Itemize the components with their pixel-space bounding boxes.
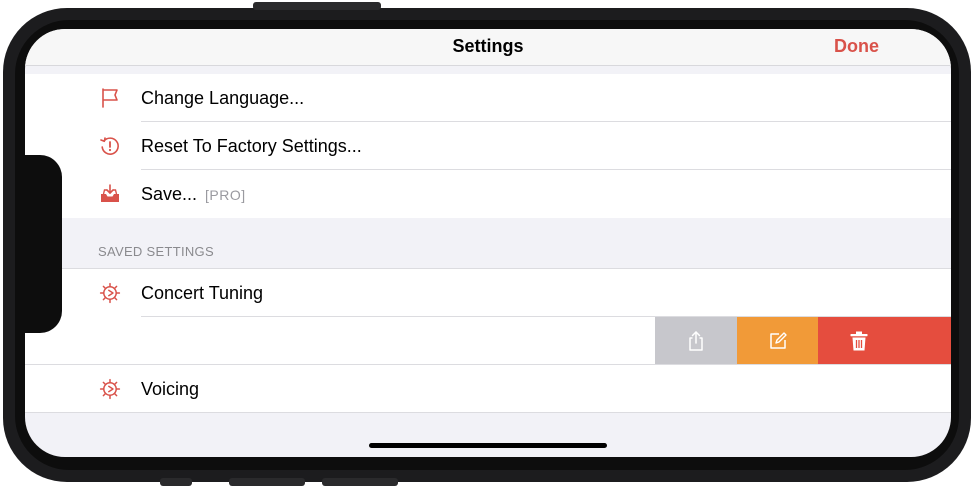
device-mute-switch: [160, 478, 192, 486]
flag-icon: [102, 88, 118, 108]
share-icon: [689, 331, 703, 351]
home-indicator[interactable]: [369, 443, 607, 448]
navigation-bar: Settings Done: [25, 29, 951, 66]
delete-action-button[interactable]: [818, 317, 951, 365]
setting-gear-icon: [99, 282, 121, 304]
row-divider: [25, 412, 951, 413]
settings-menu-group: Change Language... Reset To Factory Sett…: [25, 74, 951, 218]
saved-setting-swiped-row[interactable]: [25, 317, 951, 365]
page-title: Settings: [452, 36, 524, 56]
menu-item-label: Reset To Factory Settings...: [141, 136, 362, 156]
screen: Settings Done Change Language... Reset T…: [25, 29, 951, 457]
edit-action-button[interactable]: [737, 317, 818, 365]
saved-setting-label: Concert Tuning: [141, 283, 264, 303]
trash-icon: [850, 331, 868, 351]
edit-icon: [769, 332, 787, 349]
device-notch: [25, 155, 62, 333]
menu-item-change-language[interactable]: Change Language...: [25, 74, 951, 122]
tray-download-icon: [101, 184, 119, 202]
saved-setting-voicing[interactable]: Voicing: [25, 365, 951, 413]
share-action-button[interactable]: [655, 317, 737, 365]
device-volume-up-button: [229, 478, 305, 486]
reset-clock-icon: [100, 137, 119, 155]
device-volume-down-button: [322, 478, 398, 486]
menu-item-label: Change Language...: [141, 88, 305, 108]
menu-item-reset-factory-settings[interactable]: Reset To Factory Settings...: [25, 122, 951, 170]
device-side-button: [253, 2, 381, 10]
pro-badge: [PRO]: [205, 187, 246, 203]
done-button[interactable]: Done: [834, 36, 879, 57]
setting-gear-icon: [99, 378, 121, 400]
saved-settings-group: Concert Tuning Voicing: [25, 268, 951, 413]
saved-setting-label: Voicing: [141, 379, 200, 399]
menu-item-save[interactable]: Save... [PRO]: [25, 170, 951, 218]
saved-setting-concert-tuning[interactable]: Concert Tuning: [25, 269, 951, 317]
menu-item-label: Save... [PRO]: [141, 184, 246, 205]
swipe-actions: [655, 317, 951, 365]
section-header-saved-settings: SAVED SETTINGS: [98, 244, 214, 259]
save-label: Save...: [141, 184, 198, 204]
